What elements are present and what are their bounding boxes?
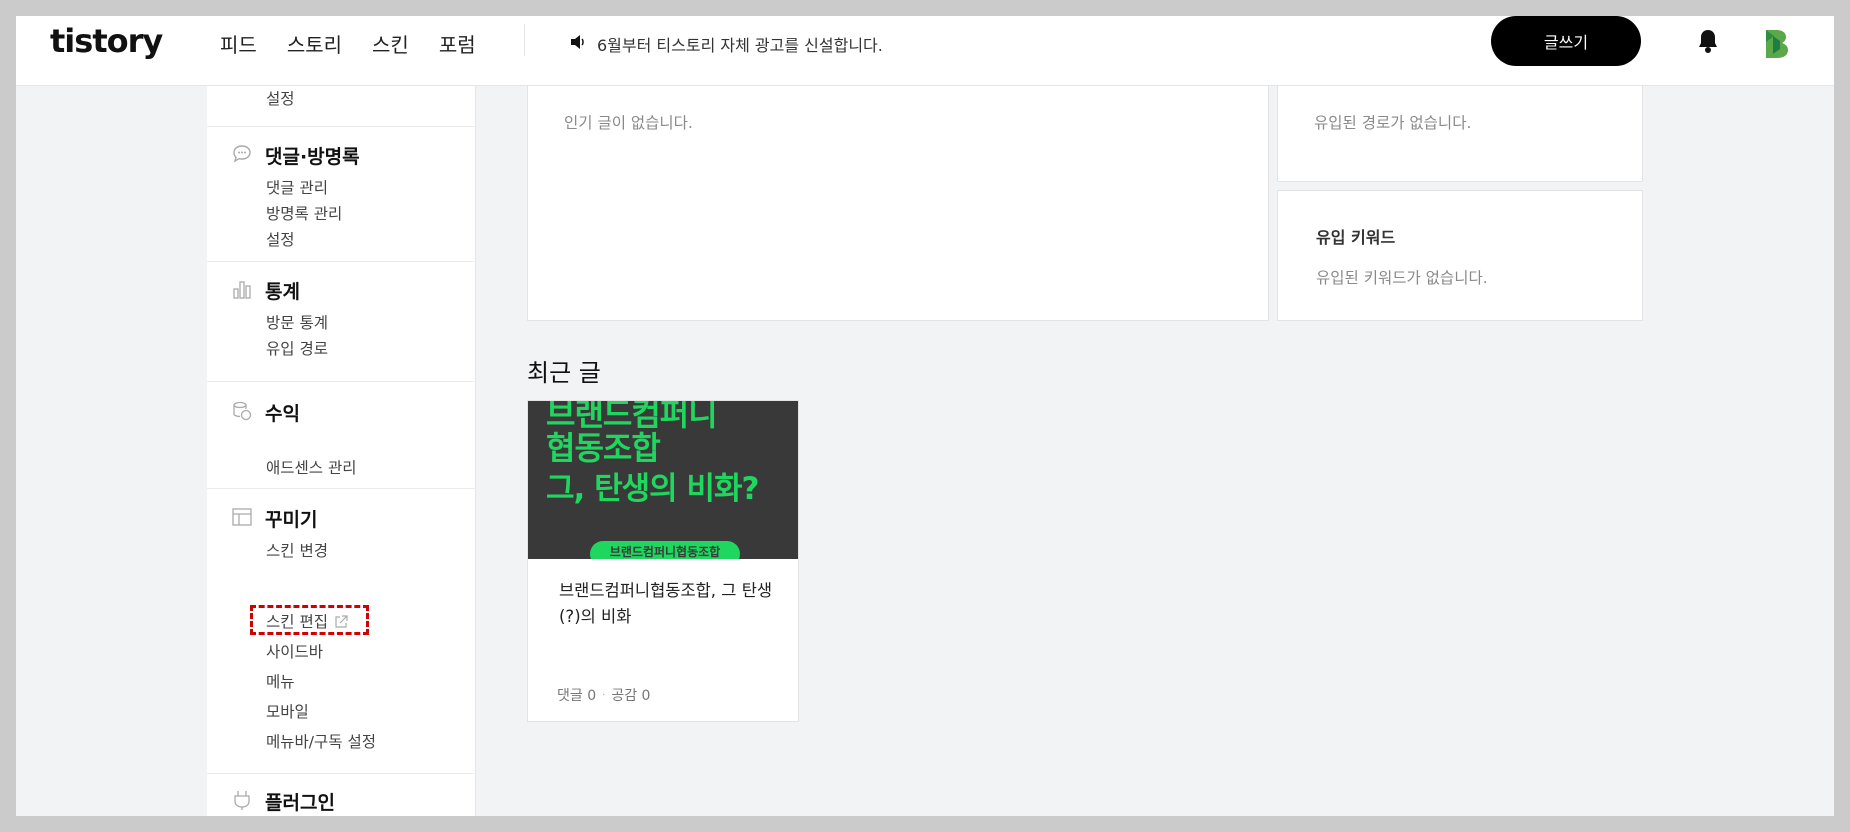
sidebar-title-plugin: 플러그인: [265, 792, 335, 814]
sidebar-title-customize: 꾸미기: [265, 509, 318, 531]
sidebar-section-plugin: 플러그인: [207, 773, 476, 816]
sidebar-section-stats: 통계 방문 통계 유입 경로: [207, 261, 476, 381]
layout-icon: [231, 506, 253, 532]
sidebar-link-guestbook-manage[interactable]: 방명록 관리: [266, 202, 342, 224]
notice-banner[interactable]: 6월부터 티스토리 자체 광고를 신설합니다.: [569, 32, 883, 56]
keyword-empty-text: 유입된 키워드가 없습니다.: [1316, 269, 1488, 287]
bar-chart-icon: [231, 278, 253, 304]
top-header: tistory 피드 스토리 스킨 포럼 6월부터 티스토리 자체 광고를 신설…: [16, 16, 1834, 86]
notice-text: 6월부터 티스토리 자체 광고를 신설합니다.: [597, 36, 883, 55]
external-link-icon: [334, 615, 348, 633]
speaker-icon: [569, 33, 587, 55]
popular-empty-text: 인기 글이 없습니다.: [564, 114, 693, 132]
sidebar-link-skin-edit-label: 스킨 편집: [266, 613, 328, 631]
admin-sidebar: 설정 댓글·방명록 댓글 관리 방명록 관리 설정 통계 방문 통계 유입 경로: [207, 16, 476, 816]
plug-icon: [231, 789, 253, 815]
write-button[interactable]: 글쓰기: [1491, 16, 1641, 66]
header-divider: [524, 24, 525, 56]
sidebar-head-stats[interactable]: 통계: [231, 277, 300, 304]
recent-posts-title: 최근 글: [527, 359, 601, 387]
bell-icon[interactable]: [1696, 28, 1720, 58]
thumb-pill: 브랜드컴퍼니협동조합: [590, 541, 740, 559]
sidebar-link-sidebar[interactable]: 사이드바: [266, 640, 323, 662]
sidebar-head-plugin[interactable]: 플러그인: [231, 788, 335, 815]
sidebar-link-skin-edit[interactable]: 스킨 편집: [266, 610, 348, 633]
sidebar-head-comments[interactable]: 댓글·방명록: [231, 142, 360, 169]
comment-icon: [231, 143, 253, 169]
sidebar-link-visit-stats[interactable]: 방문 통계: [266, 311, 328, 333]
main-nav: 피드 스토리 스킨 포럼: [220, 29, 476, 58]
browser-viewport: tistory 피드 스토리 스킨 포럼 6월부터 티스토리 자체 광고를 신설…: [16, 16, 1834, 816]
sidebar-head-customize[interactable]: 꾸미기: [231, 505, 317, 532]
sidebar-link-adsense[interactable]: 애드센스 관리: [266, 456, 357, 478]
sidebar-link-skin-change[interactable]: 스킨 변경: [266, 539, 328, 561]
nav-forum[interactable]: 포럼: [439, 29, 476, 58]
post-title[interactable]: 브랜드컴퍼니협동조합, 그 탄생(?)의 비화: [559, 578, 774, 630]
sidebar-link-menu[interactable]: 메뉴: [266, 670, 295, 692]
sidebar-link-settings-top[interactable]: 설정: [266, 87, 295, 109]
sidebar-link-menubar-subscribe[interactable]: 메뉴바/구독 설정: [266, 730, 376, 752]
nav-story[interactable]: 스토리: [287, 29, 342, 58]
post-meta: 댓글 0 · 공감 0: [557, 685, 650, 705]
sidebar-title-revenue: 수익: [265, 403, 300, 425]
keyword-card-title: 유입 키워드: [1316, 228, 1396, 247]
meta-separator: ·: [602, 689, 606, 701]
thumb-line-3: 그, 탄생의 비화?: [546, 471, 759, 507]
tistory-logo[interactable]: tistory: [50, 22, 163, 60]
referrer-empty-text: 유입된 경로가 없습니다.: [1314, 114, 1472, 132]
popular-posts-card: 인기 글이 없습니다.: [527, 66, 1269, 321]
sidebar-link-mobile[interactable]: 모바일: [266, 700, 309, 722]
keyword-card: 유입 키워드 유입된 키워드가 없습니다.: [1277, 190, 1643, 321]
sidebar-section-revenue: 수익 애드센스 관리: [207, 381, 476, 488]
blog-logo-avatar[interactable]: [1762, 26, 1792, 64]
sidebar-link-referrer[interactable]: 유입 경로: [266, 337, 328, 359]
sidebar-head-revenue[interactable]: 수익: [231, 399, 300, 426]
sidebar-link-comment-manage[interactable]: 댓글 관리: [266, 176, 328, 198]
sidebar-section-comments: 댓글·방명록 댓글 관리 방명록 관리 설정: [207, 126, 476, 261]
post-card[interactable]: 브랜드컴퍼니 협동조합 그, 탄생의 비화? 브랜드컴퍼니협동조합 브랜드컴퍼니…: [527, 400, 799, 722]
post-likes-count: 공감 0: [611, 688, 651, 704]
sidebar-title-stats: 통계: [265, 281, 300, 303]
post-comments-count: 댓글 0: [557, 688, 597, 704]
nav-feed[interactable]: 피드: [220, 29, 257, 58]
nav-skin[interactable]: 스킨: [372, 29, 409, 58]
sidebar-title-comments: 댓글·방명록: [265, 146, 360, 168]
coins-icon: [231, 400, 253, 426]
post-thumbnail[interactable]: 브랜드컴퍼니 협동조합 그, 탄생의 비화? 브랜드컴퍼니협동조합: [528, 401, 798, 559]
sidebar-link-comment-settings[interactable]: 설정: [266, 228, 295, 250]
